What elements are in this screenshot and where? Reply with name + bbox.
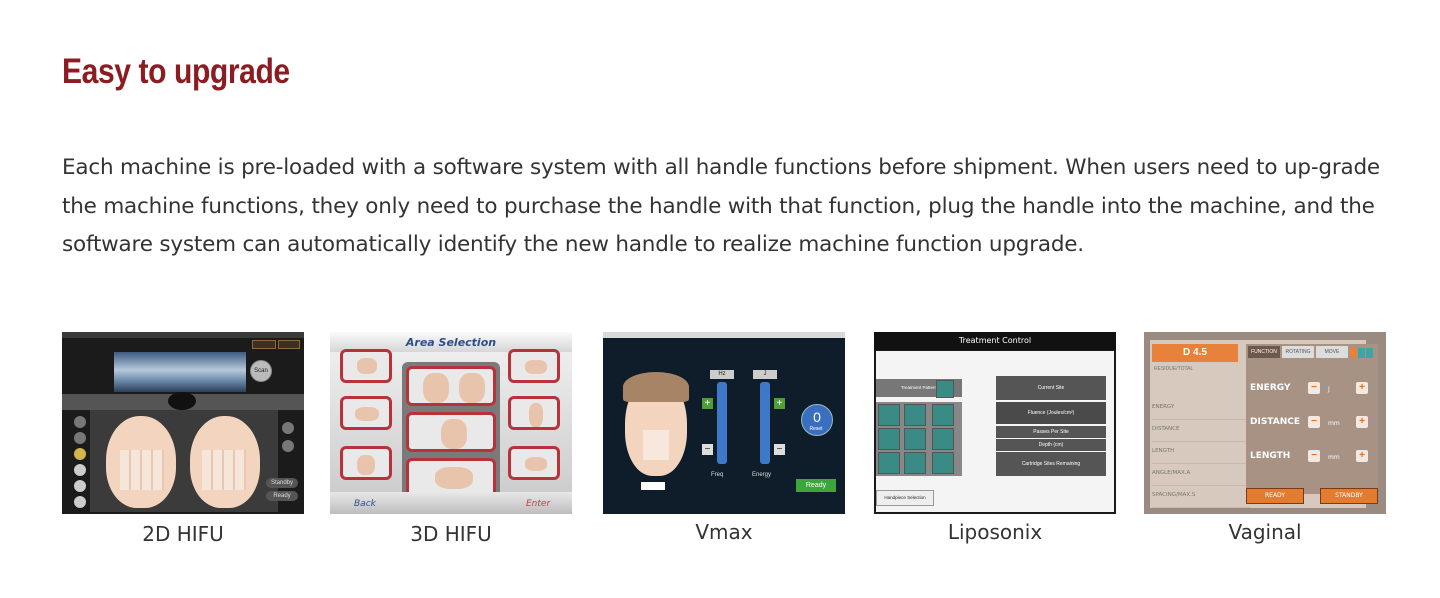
energy-minus-button: − [774, 444, 785, 455]
fluence-row: Fluence (Joules/cm²) [996, 402, 1106, 424]
energy-unit: J [1328, 386, 1330, 393]
energy-slider [760, 382, 770, 464]
energy-minus-button: − [1308, 382, 1320, 394]
row-distance: DISTANCE [1152, 426, 1180, 432]
energy-label: Energy [752, 472, 772, 478]
section-description: Each machine is pre-loaded with a softwa… [62, 155, 1380, 257]
caption-vaginal: Vaginal [1228, 520, 1302, 544]
enter-button: Enter [526, 499, 551, 509]
energy-unit: J [753, 370, 777, 379]
section-heading: Easy to upgrade [62, 52, 290, 91]
ready-label: Ready [266, 491, 298, 501]
depth-row: Depth (cm) [996, 439, 1106, 451]
freq-minus-button: − [702, 444, 713, 455]
product-image-vaginal: D 4.5 RESIDUE/TOTAL ENERGY DISTANCE LENG… [1144, 332, 1386, 514]
caption-liposonix: Liposonix [947, 520, 1043, 544]
mode-display: D 4.5 [1152, 344, 1238, 362]
distance-label: DISTANCE [1250, 417, 1300, 427]
distance-unit: mm [1328, 420, 1340, 427]
length-label: LENGTH [1250, 451, 1291, 461]
row-length: LENGTH [1152, 448, 1175, 454]
product-image-vmax: Hz J + − + − Freq Energy 0 Reset Ready [603, 332, 845, 514]
caption-3d-hifu: 3D HIFU [410, 522, 492, 546]
energy-plus-button: + [1356, 382, 1368, 394]
passes-row: Passes Per Site [996, 426, 1106, 438]
reset-label: Reset [809, 426, 823, 432]
length-plus-button: + [1356, 450, 1368, 462]
handpiece-selection: Handpiece Selection [876, 490, 934, 506]
product-image-2d-hifu: Scan Standby Ready [62, 332, 304, 514]
freq-plus-button: + [702, 398, 713, 409]
area-selection-title: Area Selection [405, 336, 497, 349]
freq-slider [717, 382, 727, 464]
distance-plus-button: + [1356, 416, 1368, 428]
ready-button: READY [1246, 488, 1304, 504]
freq-label: Freq [711, 472, 724, 478]
tab-move: MOVE [1316, 346, 1348, 358]
row-spacing: SPACING/MAX.S [1152, 492, 1196, 498]
length-unit: mm [1328, 454, 1340, 461]
length-minus-button: − [1308, 450, 1320, 462]
residual-label: RESIDUE/TOTAL [1154, 366, 1194, 372]
row-energy: ENERGY [1152, 404, 1175, 410]
standby-label: Standby [266, 478, 298, 488]
energy-plus-button: + [774, 398, 785, 409]
product-image-liposonix: Treatment Control Treatment Pattern Curr… [874, 332, 1116, 514]
tab-rotating: ROTATING [1282, 346, 1314, 358]
ready-button: Ready [796, 479, 836, 492]
caption-vmax: Vmax [695, 520, 753, 544]
row-angle: ANGLE/MAX.A [1152, 470, 1191, 476]
freq-unit: Hz [710, 370, 734, 379]
current-site-row: Current Site [996, 376, 1106, 400]
treatment-control-title: Treatment Control [874, 332, 1116, 350]
tab-function: FUNCTION [1248, 346, 1280, 358]
distance-minus-button: − [1308, 416, 1320, 428]
energy-label: ENERGY [1250, 383, 1291, 393]
cartridge-row: Cartridge Sites Remaining [996, 452, 1106, 476]
back-button: Back [354, 499, 376, 509]
product-image-3d-hifu: Area Selection Back Enter [330, 332, 572, 514]
caption-2d-hifu: 2D HIFU [142, 522, 224, 546]
standby-button: STANDBY [1320, 488, 1378, 504]
